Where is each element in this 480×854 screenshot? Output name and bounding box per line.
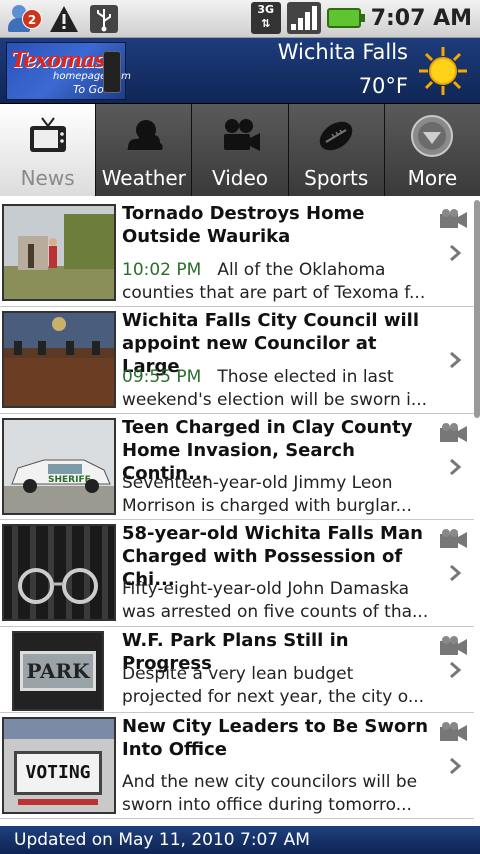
news-list[interactable]: Tornado Destroys Home Outside Waurika 10… bbox=[0, 200, 480, 826]
chevron-right-icon[interactable] bbox=[448, 757, 462, 775]
video-camera-icon bbox=[224, 119, 260, 151]
video-camera-icon bbox=[440, 529, 467, 548]
list-scrollbar[interactable] bbox=[474, 200, 480, 418]
signal-strength-icon bbox=[286, 2, 321, 34]
warning-icon[interactable] bbox=[48, 3, 80, 35]
tab-sports[interactable]: Sports bbox=[288, 104, 385, 196]
article-summary: And the new city councilors will be swor… bbox=[122, 772, 418, 815]
tab-label: Video bbox=[211, 166, 269, 190]
football-icon bbox=[319, 121, 353, 151]
voting-sign-text: VOTING bbox=[14, 751, 102, 795]
network-type-label: 3G bbox=[257, 3, 275, 16]
chevron-right-icon[interactable] bbox=[448, 564, 462, 582]
voting-sign-thumbnail: VOTING bbox=[2, 717, 116, 814]
list-item[interactable]: 58-year-old Wichita Falls Man Charged wi… bbox=[0, 520, 474, 627]
notification-person-icon[interactable]: 2 bbox=[6, 3, 42, 35]
city-council-thumbnail bbox=[2, 311, 116, 408]
video-camera-icon bbox=[440, 209, 467, 228]
handcuffs-thumbnail bbox=[2, 524, 116, 621]
notification-count-badge: 2 bbox=[22, 9, 42, 29]
chevron-right-icon[interactable] bbox=[448, 458, 462, 476]
article-summary: Fifty-eight-year-old John Damaska was ar… bbox=[122, 579, 429, 622]
current-temperature[interactable]: 70°F bbox=[359, 74, 408, 98]
list-item[interactable]: PARK W.F. Park Plans Still in Progress D… bbox=[0, 627, 474, 713]
cloud-sun-icon bbox=[127, 120, 163, 150]
video-camera-icon bbox=[440, 423, 467, 442]
tab-weather[interactable]: Weather bbox=[96, 104, 193, 196]
list-item[interactable]: Wichita Falls City Council will appoint … bbox=[0, 307, 474, 414]
sheriff-car-thumbnail: SHERIFF bbox=[2, 418, 116, 515]
sun-icon[interactable] bbox=[418, 46, 468, 96]
list-item[interactable]: VOTING New City Leaders to Be Sworn Into… bbox=[0, 713, 474, 819]
logo-sub2: To Go bbox=[73, 83, 104, 96]
video-camera-icon bbox=[440, 722, 467, 741]
tab-label: Sports bbox=[304, 166, 369, 190]
last-updated-footer: Updated on May 11, 2010 7:07 AM bbox=[0, 826, 480, 854]
svg-text:SHERIFF: SHERIFF bbox=[48, 475, 91, 485]
status-time: 7:07 AM bbox=[370, 5, 472, 31]
tab-label: More bbox=[407, 166, 458, 190]
usb-icon[interactable] bbox=[88, 3, 120, 35]
phone-icon bbox=[103, 51, 121, 93]
chevron-right-icon[interactable] bbox=[448, 661, 462, 679]
chevron-down-circle-icon bbox=[411, 115, 454, 157]
tab-label: Weather bbox=[101, 166, 186, 190]
article-summary: Seventeen-year-old Jimmy Leon Morrison i… bbox=[122, 473, 412, 516]
city-name[interactable]: Wichita Falls bbox=[278, 40, 408, 64]
tab-label: News bbox=[20, 166, 75, 190]
tab-bar: News Weather Video Sports More bbox=[0, 104, 480, 196]
article-summary: 09:55 PM Those elected in last weekend's … bbox=[122, 366, 434, 412]
article-title: New City Leaders to Be Sworn Into Office bbox=[122, 716, 429, 760]
article-time: 09:55 PM bbox=[122, 367, 202, 387]
app-header: Texomas homepage.com To Go Wichita Falls… bbox=[0, 38, 480, 104]
tab-video[interactable]: Video bbox=[192, 104, 289, 196]
park-sign-thumbnail: PARK bbox=[12, 631, 104, 711]
tv-icon bbox=[29, 117, 66, 152]
park-sign-text: PARK bbox=[20, 651, 96, 691]
network-3g-icon: 3G ⇅ bbox=[250, 2, 281, 34]
battery-icon bbox=[326, 8, 365, 28]
texomas-logo[interactable]: Texomas homepage.com To Go bbox=[6, 42, 131, 100]
tab-more[interactable]: More bbox=[384, 104, 480, 196]
chevron-right-icon[interactable] bbox=[448, 244, 462, 262]
status-bar: 2 3G ⇅ 7:07 AM bbox=[0, 0, 480, 38]
article-summary: 10:02 PM All of the Oklahoma counties tha… bbox=[122, 259, 434, 305]
list-item[interactable]: SHERIFF Teen Charged in Clay County Home… bbox=[0, 414, 474, 520]
chevron-right-icon[interactable] bbox=[448, 351, 462, 369]
article-title: Tornado Destroys Home Outside Waurika bbox=[122, 203, 365, 247]
tab-news[interactable]: News bbox=[0, 104, 97, 196]
article-summary: Despite a very lean budget projected for… bbox=[122, 664, 425, 707]
tornado-damage-thumbnail bbox=[2, 204, 116, 301]
article-time: 10:02 PM bbox=[122, 260, 202, 280]
list-item[interactable]: Tornado Destroys Home Outside Waurika 10… bbox=[0, 200, 474, 307]
video-camera-icon bbox=[440, 636, 467, 655]
logo-brand: Texomas bbox=[11, 47, 106, 72]
